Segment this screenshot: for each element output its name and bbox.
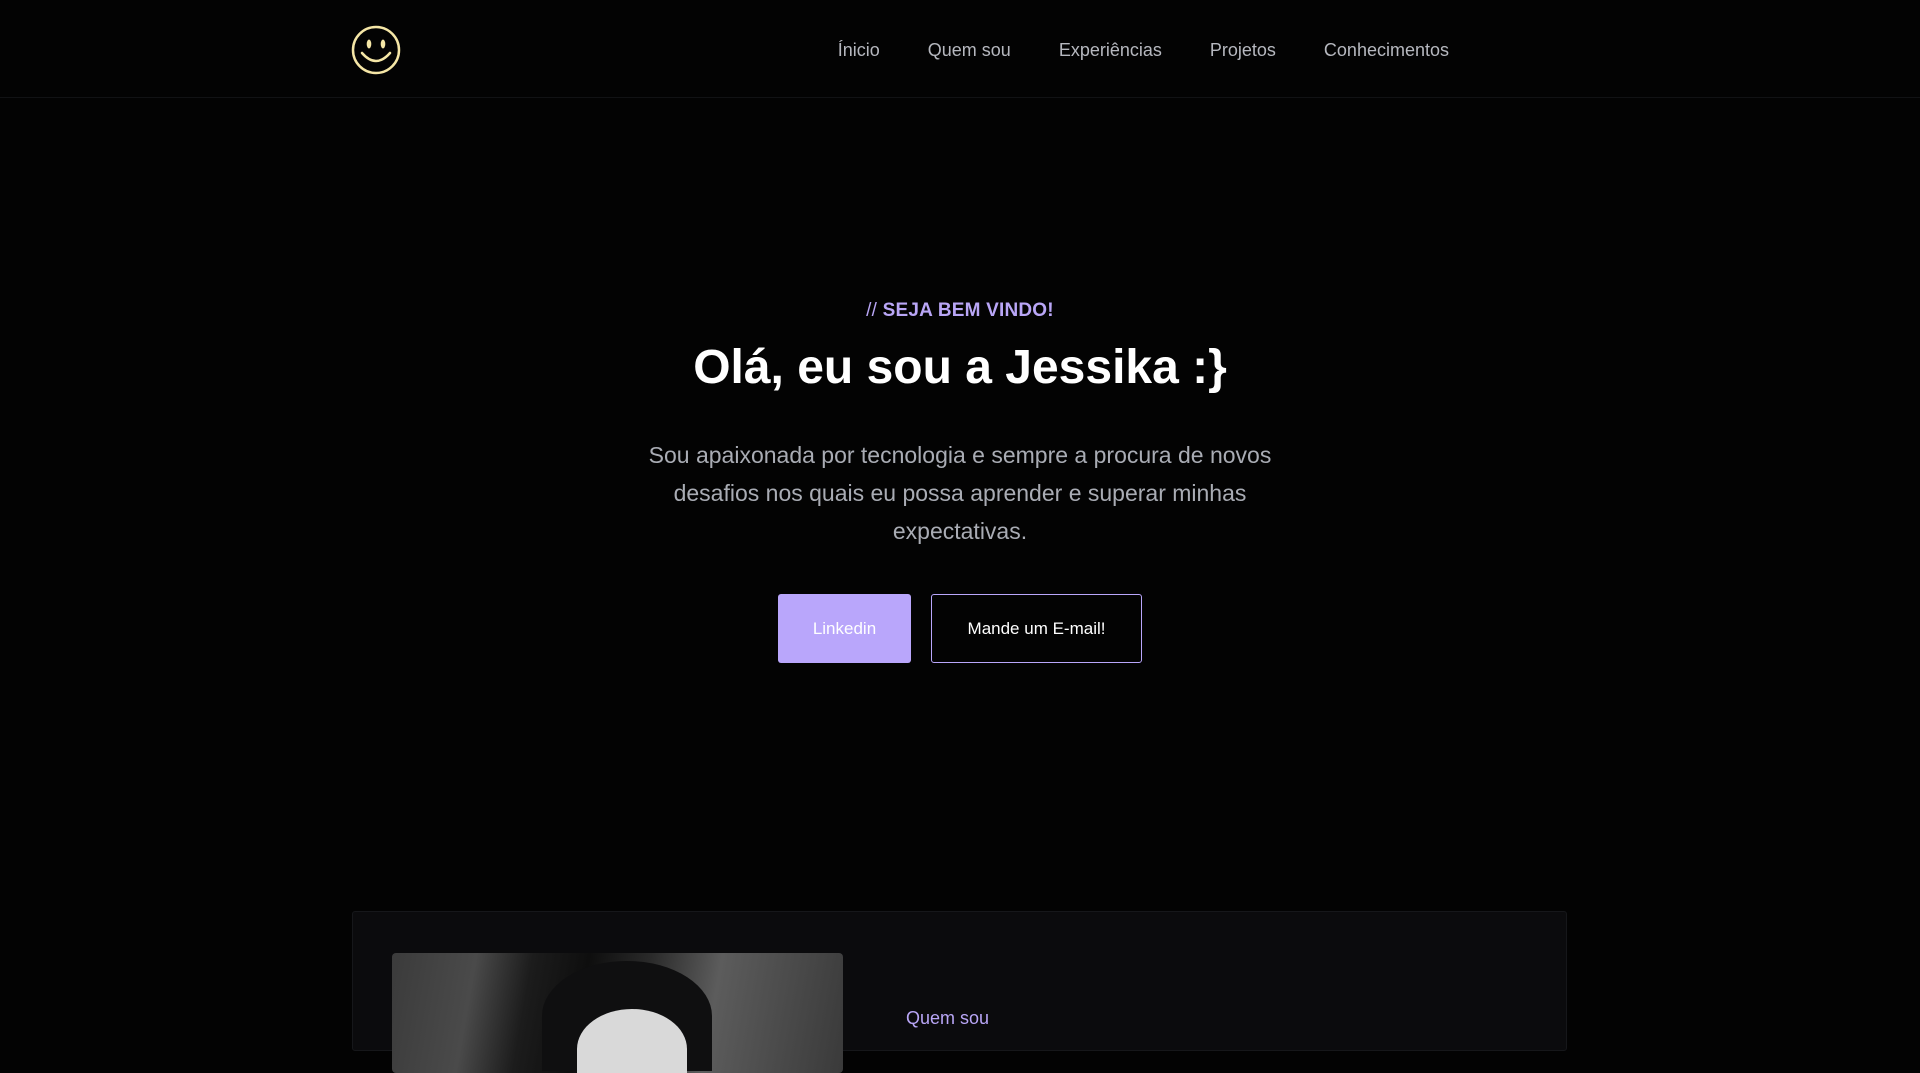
eyebrow-text: SEJA BEM VINDO! <box>882 300 1054 321</box>
nav-item-projetos[interactable]: Projetos <box>1210 38 1276 62</box>
email-button[interactable]: Mande um E-mail! <box>931 594 1142 663</box>
hero-section: // SEJA BEM VINDO! Olá, eu sou a Jessika… <box>0 296 1920 550</box>
hero-tagline: Sou apaixonada por tecnologia e sempre a… <box>648 442 1272 544</box>
about-label: Quem sou <box>906 1008 990 1028</box>
main-nav: Ínicio Quem sou Experiências Projetos Co… <box>838 38 1449 62</box>
hero-actions: Linkedin Mande um E-mail! <box>0 594 1920 663</box>
about-section: Quem sou <box>352 911 1567 1073</box>
nav-item-conhecimentos[interactable]: Conhecimentos <box>1324 38 1449 62</box>
site-header: Ínicio Quem sou Experiências Projetos Co… <box>0 0 1920 98</box>
welcome-eyebrow: // SEJA BEM VINDO! <box>0 296 1920 326</box>
linkedin-button[interactable]: Linkedin <box>778 594 911 663</box>
eyebrow-prefix: // <box>866 300 878 321</box>
nav-item-experiencias[interactable]: Experiências <box>1059 38 1162 62</box>
profile-photo <box>392 953 843 1073</box>
nav-item-quem-sou[interactable]: Quem sou <box>928 38 1011 62</box>
nav-item-inicio[interactable]: Ínicio <box>838 38 880 62</box>
smiley-face-icon[interactable] <box>351 25 401 75</box>
page-title: Olá, eu sou a Jessika :} <box>693 341 1227 394</box>
